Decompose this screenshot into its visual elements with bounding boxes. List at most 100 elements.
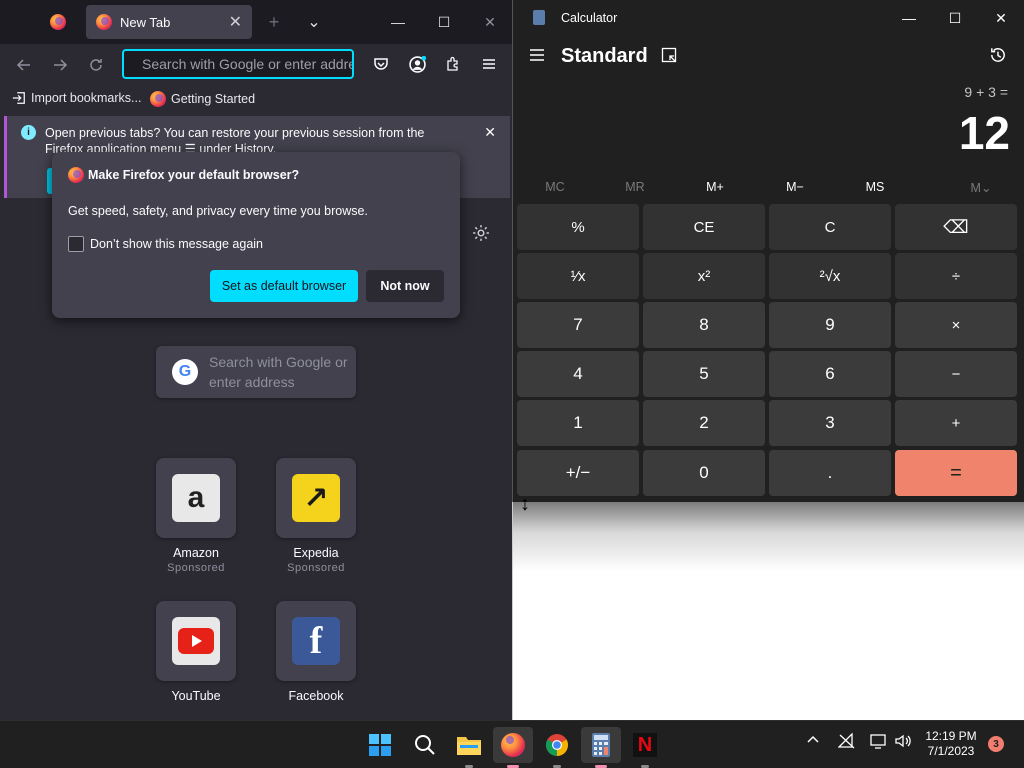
clear-button[interactable]: C xyxy=(769,204,891,250)
result-display: 12 xyxy=(958,107,1010,159)
six-button[interactable]: 6 xyxy=(769,351,891,397)
pocket-button[interactable] xyxy=(371,54,391,74)
sponsored-label: Sponsored xyxy=(167,562,225,574)
extensions-button[interactable] xyxy=(443,54,463,74)
square-button[interactable]: x² xyxy=(643,253,765,299)
tab-strip: New Tab ✕ + ⌄ — ☐ ✕ xyxy=(0,0,512,44)
navigation-menu-button[interactable] xyxy=(529,46,545,67)
taskbar-file-explorer[interactable] xyxy=(449,727,489,768)
memory-clear-button[interactable]: MC xyxy=(515,180,595,194)
shortcut-tile[interactable]: f xyxy=(276,601,356,681)
bookmark-import[interactable]: Import bookmarks... xyxy=(12,91,141,105)
bookmark-label: Getting Started xyxy=(171,92,256,106)
history-button[interactable] xyxy=(989,46,1007,69)
url-bar[interactable]: Search with Google or enter address xyxy=(122,49,354,79)
zero-button[interactable]: 0 xyxy=(643,450,765,496)
app-menu-button[interactable] xyxy=(479,54,499,74)
history-icon xyxy=(991,48,1005,62)
chrome-icon xyxy=(546,734,568,756)
volume-control[interactable] xyxy=(894,733,912,752)
three-button[interactable]: 3 xyxy=(769,400,891,446)
four-button[interactable]: 4 xyxy=(517,351,639,397)
shortcut-tile[interactable] xyxy=(156,601,236,681)
shortcut-amazon[interactable]: a Amazon Sponsored xyxy=(156,458,236,574)
back-button[interactable] xyxy=(12,53,36,77)
list-all-tabs-button[interactable]: ⌄ xyxy=(300,8,328,36)
memory-list-button[interactable]: M⌄ xyxy=(941,180,1021,195)
expression-display: 9 + 3 = xyxy=(964,84,1008,100)
keep-on-top-button[interactable] xyxy=(661,47,677,67)
calculator-mode-title: Standard xyxy=(561,45,648,67)
notification-close-button[interactable]: ✕ xyxy=(484,124,496,141)
multiply-button[interactable]: × xyxy=(895,302,1017,348)
bookmark-getting-started[interactable]: Getting Started xyxy=(150,91,255,107)
shortcut-tile[interactable]: a xyxy=(156,458,236,538)
network-status[interactable] xyxy=(837,732,856,752)
equals-button[interactable]: = xyxy=(895,450,1017,496)
percent-button[interactable]: % xyxy=(517,204,639,250)
memory-store-button[interactable]: MS xyxy=(835,180,915,194)
start-button[interactable] xyxy=(360,727,400,763)
clear-entry-button[interactable]: CE xyxy=(643,204,765,250)
dont-show-checkbox[interactable] xyxy=(68,236,84,252)
calculator-icon xyxy=(592,733,610,757)
notification-badge[interactable]: 3 xyxy=(988,736,1004,752)
clock[interactable]: 12:19 PM 7/1/2023 xyxy=(918,729,984,759)
eight-button[interactable]: 8 xyxy=(643,302,765,348)
chevron-up-icon xyxy=(807,735,819,743)
taskbar-firefox[interactable] xyxy=(493,727,533,768)
memory-recall-button[interactable]: MR xyxy=(595,180,675,194)
shortcut-tile[interactable]: ↗ xyxy=(276,458,356,538)
one-button[interactable]: 1 xyxy=(517,400,639,446)
forward-arrow-icon xyxy=(54,59,68,71)
shortcut-expedia[interactable]: ↗ Expedia Sponsored xyxy=(276,458,356,574)
reciprocal-button[interactable]: ¹⁄x xyxy=(517,253,639,299)
square-root-button[interactable]: ²√x xyxy=(769,253,891,299)
divide-button[interactable]: ÷ xyxy=(895,253,1017,299)
two-button[interactable]: 2 xyxy=(643,400,765,446)
personalize-button[interactable] xyxy=(472,224,490,247)
dont-show-label[interactable]: Don’t show this message again xyxy=(90,237,263,251)
not-now-button[interactable]: Not now xyxy=(366,270,444,302)
no-internet-icon xyxy=(837,732,855,749)
default-browser-dialog: Make Firefox your default browser? Get s… xyxy=(52,152,460,318)
close-button[interactable]: ✕ xyxy=(991,8,1011,28)
tab-new-tab[interactable]: New Tab ✕ xyxy=(86,5,252,39)
taskbar-search-button[interactable] xyxy=(405,727,445,763)
account-button[interactable] xyxy=(407,54,427,74)
resize-cursor-icon: ↕ xyxy=(520,493,530,515)
new-tab-button[interactable]: + xyxy=(260,8,288,36)
calculator-window: Calculator — ☐ ✕ Standard 9 + 3 = 12 MC … xyxy=(512,0,1024,502)
minimize-button[interactable]: — xyxy=(899,8,919,28)
set-default-browser-button[interactable]: Set as default browser xyxy=(210,270,358,302)
reload-button[interactable] xyxy=(84,53,108,77)
nine-button[interactable]: 9 xyxy=(769,302,891,348)
maximize-button[interactable]: ☐ xyxy=(430,8,458,36)
newtab-search-box[interactable]: G Search with Google or enter address xyxy=(156,346,356,398)
taskbar-calculator[interactable] xyxy=(581,727,621,768)
seven-button[interactable]: 7 xyxy=(517,302,639,348)
display-status[interactable] xyxy=(870,733,888,752)
subtract-button[interactable]: − xyxy=(895,351,1017,397)
firefox-view-button[interactable] xyxy=(36,6,80,38)
backspace-button[interactable]: ⌫ xyxy=(895,204,1017,250)
shortcut-facebook[interactable]: f Facebook xyxy=(276,601,356,703)
memory-subtract-button[interactable]: M− xyxy=(755,180,835,194)
negate-button[interactable]: +/− xyxy=(517,450,639,496)
memory-add-button[interactable]: M+ xyxy=(675,180,755,194)
decimal-button[interactable]: . xyxy=(769,450,891,496)
close-button[interactable]: ✕ xyxy=(476,8,504,36)
maximize-button[interactable]: ☐ xyxy=(945,8,965,28)
amazon-logo-icon: a xyxy=(172,474,220,522)
show-hidden-icons-button[interactable] xyxy=(806,733,820,750)
sponsored-label: Sponsored xyxy=(287,562,345,574)
back-arrow-icon xyxy=(16,59,30,71)
add-button[interactable]: + xyxy=(895,400,1017,446)
five-button[interactable]: 5 xyxy=(643,351,765,397)
shortcut-youtube[interactable]: YouTube xyxy=(156,601,236,703)
taskbar-netflix[interactable]: N xyxy=(625,727,665,768)
taskbar-chrome[interactable] xyxy=(537,727,577,768)
minimize-button[interactable]: — xyxy=(384,8,412,36)
forward-button[interactable] xyxy=(48,53,72,77)
tab-close-icon[interactable]: ✕ xyxy=(229,12,242,32)
